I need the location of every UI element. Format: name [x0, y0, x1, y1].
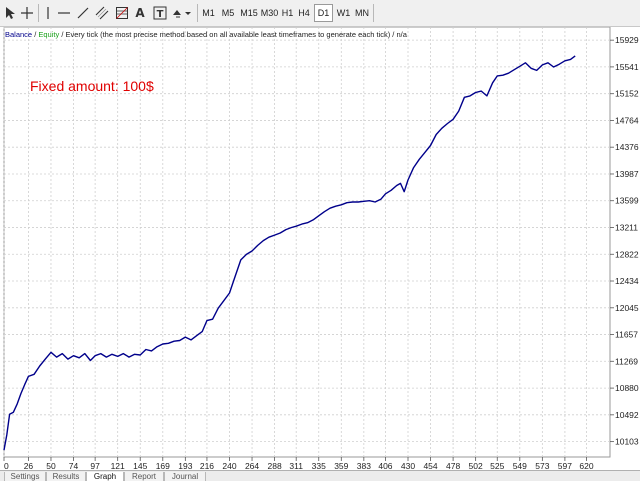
- tester-tabs: Settings Results Graph Report Journal: [0, 470, 640, 481]
- vertical-line-icon[interactable]: [40, 3, 56, 23]
- x-tick-label: 97: [90, 461, 100, 470]
- timeframe-d1[interactable]: D1: [314, 4, 333, 22]
- horizontal-line-icon[interactable]: [56, 3, 72, 23]
- crosshair-icon[interactable]: [18, 3, 36, 23]
- text-label-icon[interactable]: T: [152, 3, 168, 23]
- y-tick-label: 10103: [615, 437, 639, 447]
- chart-legend: Balance / Equity / Every tick (the most …: [5, 30, 407, 39]
- x-tick-label: 240: [222, 461, 236, 470]
- arrows-icon[interactable]: [170, 3, 194, 23]
- fibonacci-icon[interactable]: [113, 3, 131, 23]
- y-tick-label: 14376: [615, 142, 639, 152]
- x-tick-label: 335: [312, 461, 326, 470]
- y-tick-label: 12434: [615, 276, 639, 286]
- timeframe-h4[interactable]: H4: [296, 5, 312, 21]
- x-tick-label: 620: [579, 461, 593, 470]
- y-tick-label: 11657: [615, 330, 638, 340]
- x-tick-label: 264: [245, 461, 259, 470]
- y-tick-label: 15541: [615, 62, 639, 72]
- cursor-arrow-icon[interactable]: [2, 3, 18, 23]
- y-tick-label: 15929: [615, 35, 639, 45]
- x-tick-label: 74: [69, 461, 79, 470]
- channel-icon[interactable]: [93, 3, 111, 23]
- y-tick-label: 12822: [615, 249, 639, 259]
- y-tick-label: 11269: [615, 356, 638, 366]
- fixed-amount-annotation: Fixed amount: 100$: [30, 78, 154, 94]
- toolbar-divider: [38, 4, 39, 22]
- y-tick-label: 10880: [615, 383, 639, 393]
- y-tick-label: 10492: [615, 410, 639, 420]
- timeframe-m15[interactable]: M15: [239, 5, 259, 21]
- legend-equity: Equity: [38, 30, 60, 39]
- x-tick-label: 216: [200, 461, 214, 470]
- x-tick-label: 26: [24, 461, 34, 470]
- toolbar: A T M1 M5 M15 M30 H1 H4 D1 W1 MN: [0, 0, 640, 27]
- x-tick-label: 193: [178, 461, 192, 470]
- x-tick-label: 406: [378, 461, 392, 470]
- svg-text:T: T: [157, 9, 164, 20]
- x-tick-label: 430: [401, 461, 415, 470]
- x-tick-label: 502: [469, 461, 483, 470]
- x-tick-label: 50: [46, 461, 56, 470]
- x-tick-label: 121: [111, 461, 125, 470]
- y-tick-label: 12045: [615, 303, 639, 313]
- timeframe-m30[interactable]: M30: [259, 5, 280, 21]
- toolbar-divider: [373, 4, 374, 22]
- x-tick-label: 573: [535, 461, 549, 470]
- toolbar-divider: [197, 4, 198, 22]
- x-tick-label: 454: [423, 461, 437, 470]
- legend-description: / Every tick (the most precise method ba…: [59, 30, 407, 39]
- y-tick-label: 13987: [615, 169, 639, 179]
- x-tick-label: 597: [558, 461, 572, 470]
- y-tick-label: 13211: [615, 222, 638, 232]
- legend-balance: Balance: [5, 30, 33, 39]
- timeframe-h1[interactable]: H1: [280, 5, 295, 21]
- x-tick-label: 311: [289, 461, 303, 470]
- x-tick-label: 359: [334, 461, 348, 470]
- y-tick-label: 14764: [615, 115, 639, 125]
- trendline-icon[interactable]: [74, 3, 92, 23]
- y-tick-label: 15152: [615, 89, 639, 99]
- timeframe-m5[interactable]: M5: [219, 5, 237, 21]
- x-tick-label: 525: [490, 461, 504, 470]
- x-tick-label: 288: [267, 461, 281, 470]
- x-tick-label: 145: [133, 461, 147, 470]
- timeframe-w1[interactable]: W1: [335, 5, 352, 21]
- x-tick-label: 169: [156, 461, 170, 470]
- x-tick-label: 0: [4, 461, 9, 470]
- x-tick-label: 549: [513, 461, 527, 470]
- timeframe-mn[interactable]: MN: [353, 5, 371, 21]
- x-tick-label: 383: [357, 461, 371, 470]
- timeframe-m1[interactable]: M1: [200, 5, 217, 21]
- x-tick-label: 478: [446, 461, 460, 470]
- y-tick-label: 13599: [615, 196, 639, 206]
- text-icon[interactable]: A: [133, 3, 147, 23]
